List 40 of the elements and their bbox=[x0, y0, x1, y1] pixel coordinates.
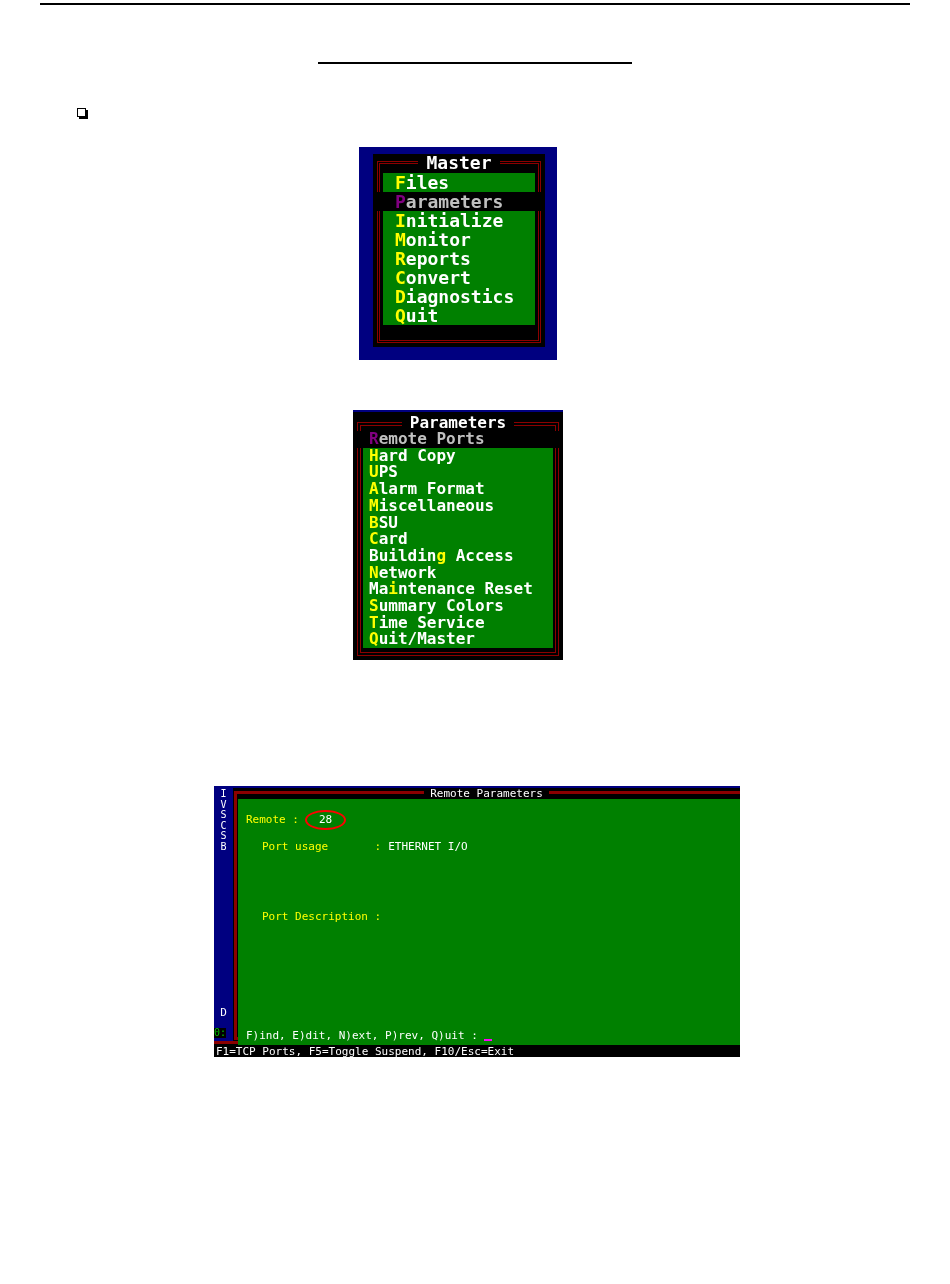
field-label: Port Description : bbox=[262, 911, 382, 923]
menu-item[interactable]: Convert bbox=[383, 268, 535, 287]
menu-item[interactable]: Miscellaneous bbox=[363, 497, 553, 515]
menu-item[interactable]: Remote Ports bbox=[357, 431, 559, 448]
side-letter: I bbox=[220, 789, 227, 800]
menu-item[interactable]: Monitor bbox=[383, 230, 535, 249]
menu-item[interactable]: Files bbox=[383, 173, 535, 192]
field-label: Port usage : bbox=[262, 841, 382, 853]
remote-value: 28 bbox=[305, 810, 347, 830]
menu-item[interactable]: Building Access bbox=[363, 547, 553, 565]
menu-item[interactable]: Diagnostics bbox=[383, 287, 535, 306]
menu-item[interactable]: Time Service bbox=[363, 614, 553, 632]
menu-item[interactable]: Reports bbox=[383, 249, 535, 268]
menu-item[interactable]: Network bbox=[363, 564, 553, 582]
menu-item[interactable]: Hard Copy bbox=[363, 447, 553, 465]
menu-item[interactable]: Parameters bbox=[377, 192, 541, 211]
side-letter: B bbox=[220, 841, 227, 852]
side-prompt: 0: bbox=[214, 1028, 227, 1038]
menu-title: Master bbox=[418, 154, 500, 172]
side-letter: S bbox=[220, 810, 227, 821]
field-value: ETHERNET I/O bbox=[388, 841, 468, 853]
cursor-icon bbox=[483, 1039, 492, 1041]
menu-title: Parameters bbox=[401, 415, 515, 431]
menu-item[interactable]: Card bbox=[363, 531, 553, 548]
menu-item[interactable]: BSU bbox=[363, 514, 553, 532]
menu-item[interactable]: Summary Colors bbox=[363, 598, 553, 615]
side-letter: V bbox=[220, 799, 227, 810]
remote-label: Remote : bbox=[246, 814, 299, 826]
menu-item[interactable]: Quit bbox=[383, 306, 535, 325]
side-letter: D bbox=[220, 1007, 227, 1019]
menu-item[interactable]: Maintenance Reset bbox=[363, 581, 553, 599]
side-letter: C bbox=[220, 820, 227, 831]
side-letter: S bbox=[220, 831, 227, 842]
window-title: Remote Parameters bbox=[424, 788, 549, 799]
menu-item[interactable]: Initialize bbox=[383, 211, 535, 230]
menu-item[interactable]: Alarm Format bbox=[363, 481, 553, 498]
menu-item[interactable]: Quit/Master bbox=[363, 631, 553, 649]
checkbox-icon bbox=[77, 108, 88, 119]
menu-item[interactable]: UPS bbox=[363, 464, 553, 482]
command-prompt: F)ind, E)dit, N)ext, P)rev, Q)uit : bbox=[246, 1030, 478, 1042]
